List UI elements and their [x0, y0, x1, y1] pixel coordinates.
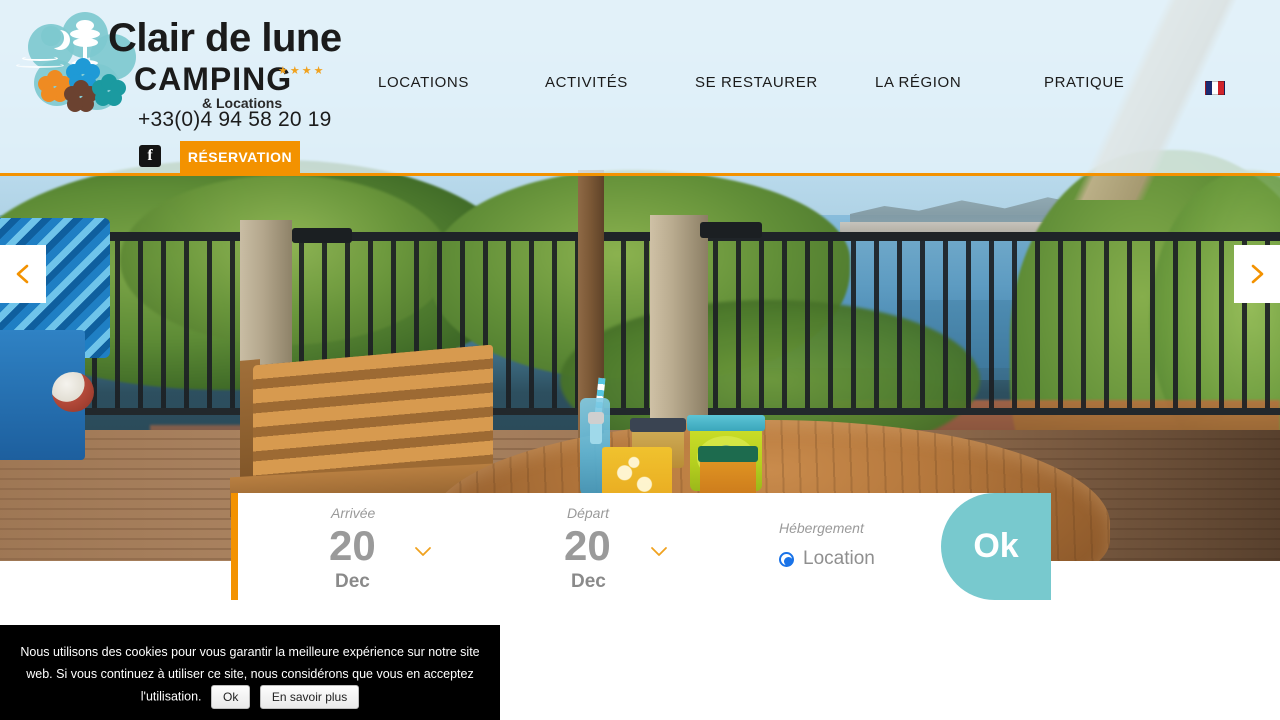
slider-prev-button[interactable]	[0, 245, 46, 303]
ball-toy	[52, 372, 94, 412]
honey-jar-front-lid	[698, 446, 758, 462]
green-tea-tin-lid	[687, 415, 765, 431]
main-navigation: LOCATIONS ACTIVITÉS SE RESTAURER LA RÉGI…	[340, 74, 1240, 104]
nav-item-la-region[interactable]: LA RÉGION	[875, 74, 961, 91]
logo-stars: ★★★★	[278, 65, 326, 77]
booking-widget: Arrivée 20 Dec Départ 20 Dec Hébergement…	[231, 493, 1051, 600]
booking-accent-bar	[231, 493, 238, 600]
arrival-month-value: Dec	[335, 571, 370, 592]
reservation-button[interactable]: RÉSERVATION	[180, 141, 300, 173]
stone-post-right	[650, 215, 708, 445]
railing-bracket-right	[700, 222, 762, 238]
accommodation-option-location[interactable]: Location	[779, 548, 875, 570]
slider-next-button[interactable]	[1234, 245, 1280, 303]
bottle-cap	[588, 412, 604, 424]
nav-item-activites[interactable]: ACTIVITÉS	[545, 74, 628, 91]
departure-label: Départ	[567, 505, 610, 521]
moon-icon	[41, 26, 64, 48]
arrival-chevron-down-icon[interactable]	[414, 545, 432, 563]
logo-wordmark: Clair de lune CAMPING ★★★★ & Locations	[108, 16, 342, 116]
site-logo[interactable]: Clair de lune CAMPING ★★★★ & Locations	[16, 8, 342, 118]
departure-day-value: 20	[564, 522, 611, 569]
logo-line-camping: CAMPING	[134, 61, 293, 97]
accommodation-label: Hébergement	[779, 520, 864, 536]
radio-location[interactable]	[779, 551, 794, 567]
railing-bracket-left	[292, 228, 352, 243]
radio-location-label: Location	[803, 548, 875, 569]
chevron-left-icon	[16, 264, 29, 284]
booking-submit-button[interactable]: Ok	[941, 493, 1051, 600]
railing-bars	[0, 236, 1280, 412]
phone-number[interactable]: +33(0)4 94 58 20 19	[138, 108, 332, 132]
departure-month-value: Dec	[571, 571, 606, 592]
site-header: Clair de lune CAMPING ★★★★ & Locations +…	[0, 0, 1280, 176]
railing-top-rail	[0, 232, 1280, 241]
logo-line-clair-de-lune: Clair de lune	[108, 16, 342, 60]
fr-flag-icon[interactable]	[1205, 81, 1225, 95]
cookie-message: Nous utilisons des cookies pour vous gar…	[20, 645, 480, 704]
honey-jar-back-lid	[630, 418, 686, 432]
arrival-day-value: 20	[329, 522, 376, 569]
cookie-accept-button[interactable]: Ok	[211, 685, 251, 709]
page-root: Clair de lune CAMPING ★★★★ & Locations +…	[0, 0, 1280, 720]
nav-item-locations[interactable]: LOCATIONS	[378, 74, 469, 91]
nav-item-pratique[interactable]: PRATIQUE	[1044, 74, 1124, 91]
water-ripple-icon	[22, 56, 58, 61]
facebook-icon[interactable]: f	[139, 145, 161, 167]
cookie-consent-banner: Nous utilisons des cookies pour vous gar…	[0, 625, 500, 720]
arrival-label: Arrivée	[331, 505, 376, 521]
nav-item-se-restaurer[interactable]: SE RESTAURER	[695, 74, 818, 91]
cookie-learn-more-button[interactable]: En savoir plus	[259, 685, 360, 709]
railing-bottom-rail	[0, 408, 1280, 415]
chevron-right-icon	[1251, 264, 1264, 284]
water-ripple-icon-2	[16, 63, 64, 68]
departure-chevron-down-icon[interactable]	[650, 545, 668, 563]
